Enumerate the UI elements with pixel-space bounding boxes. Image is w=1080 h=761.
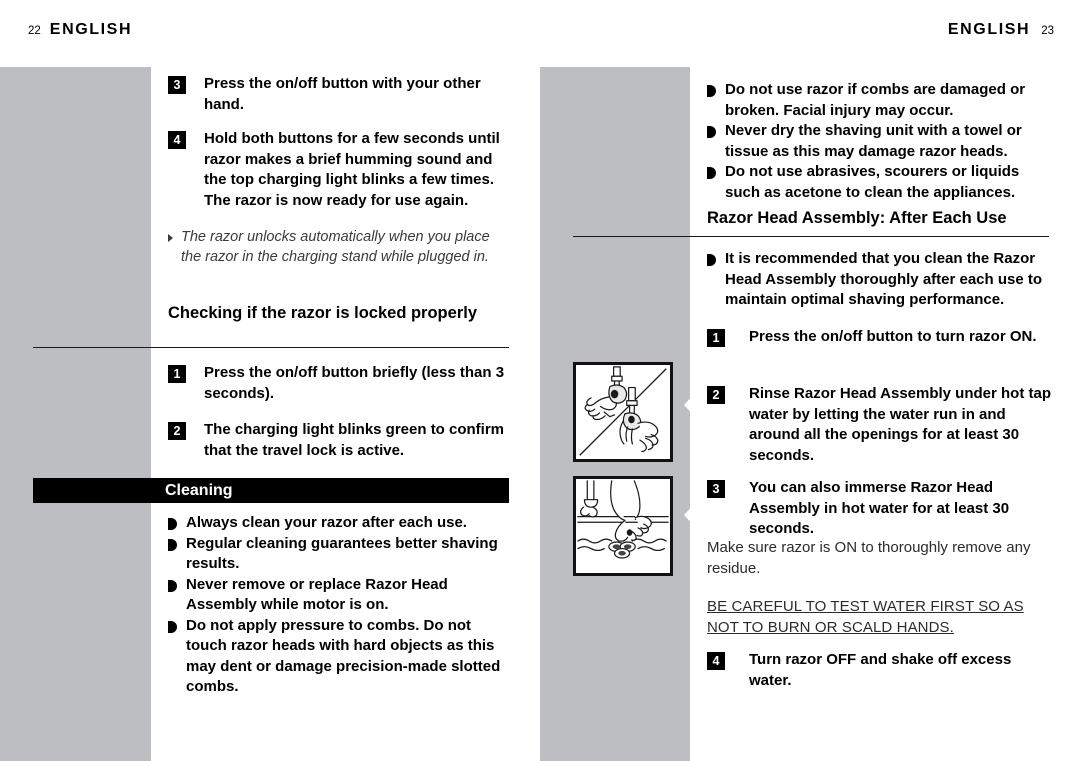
step-item: 3 Press the on/off button with your othe… — [168, 74, 513, 115]
list-item-text: Do not use abrasives, scourers or liquid… — [725, 163, 1020, 201]
head-assembly-intro-list: It is recommended that you clean the Raz… — [707, 249, 1057, 311]
step-number-badge: 4 — [168, 131, 186, 149]
step-text: Hold both buttons for a few seconds unti… — [204, 130, 500, 209]
left-page: 22 ENGLISH 3 Press the on/off button with… — [0, 0, 540, 761]
step-item: 1 Press the on/off button to turn razor … — [707, 327, 1057, 348]
step-item: 1 Press the on/off button briefly (less … — [168, 363, 513, 404]
step-item: 4 Turn razor OFF and shake off excess wa… — [707, 650, 1057, 691]
residue-note: Make sure razor is ON to thoroughly remo… — [707, 539, 1031, 577]
step-item: 2 Rinse Razor Head Assembly under hot ta… — [707, 384, 1057, 466]
step-number-badge: 2 — [168, 422, 186, 440]
left-page-running-head: 22 ENGLISH — [28, 21, 132, 39]
step-number-badge: 4 — [707, 652, 725, 670]
list-item: Do not apply pressure to combs. Do not t… — [168, 616, 513, 698]
list-item: It is recommended that you clean the Raz… — [707, 249, 1057, 311]
step-item: 3 You can also immerse Razor Head Assemb… — [707, 478, 1057, 540]
list-item-text: Never remove or replace Razor Head Assem… — [186, 575, 448, 614]
step-text: Turn razor OFF and shake off excess wate… — [749, 651, 1012, 689]
step-text: Rinse Razor Head Assembly under hot tap … — [749, 385, 1052, 464]
step-item: 4 Hold both buttons for a few seconds un… — [168, 129, 513, 211]
italic-note: The razor unlocks automatically when you… — [168, 227, 513, 267]
italic-note-text: The razor unlocks automatically when you… — [181, 229, 490, 265]
list-item-text: Do not apply pressure to combs. Do not t… — [186, 616, 501, 696]
cleaning-section-bar: Cleaning — [33, 478, 509, 503]
right-page-running-head: ENGLISH 23 — [948, 21, 1054, 39]
left-page-folio: 22 — [28, 25, 41, 37]
head-assembly-step-4: 4 Turn razor OFF and shake off excess wa… — [707, 650, 1057, 691]
arrow-bullet-icon — [168, 620, 177, 633]
rinsing-razor-head-under-tap-illustration — [573, 362, 673, 462]
step-text: Press the on/off button with your other … — [204, 75, 481, 113]
head-assembly-rule — [573, 236, 1049, 237]
list-item: Regular cleaning guarantees better shavi… — [168, 534, 513, 575]
list-item-text: Never dry the shaving unit with a towel … — [725, 122, 1022, 160]
arrow-bullet-icon — [707, 85, 716, 97]
left-page-side-column — [0, 67, 151, 761]
head-assembly-heading-wrap: Razor Head Assembly: After Each Use — [707, 208, 1057, 228]
locked-section-rule — [33, 347, 509, 348]
right-page-language-label: ENGLISH — [947, 21, 1031, 38]
arrow-bullet-icon — [168, 579, 177, 592]
head-assembly-step-1: 1 Press the on/off button to turn razor … — [707, 327, 1057, 362]
step-text: You can also immerse Razor Head Assembly… — [749, 479, 1010, 537]
list-item-text: It is recommended that you clean the Raz… — [725, 250, 1043, 308]
step-number-badge: 1 — [168, 365, 186, 383]
arrow-bullet-icon — [168, 538, 177, 551]
head-assembly-heading: Razor Head Assembly: After Each Use — [707, 209, 1007, 227]
step-text: Press the on/off button briefly (less th… — [204, 364, 505, 402]
immersing-razor-head-in-sink-illustration — [573, 476, 673, 576]
arrow-bullet-icon — [168, 518, 177, 530]
arrow-bullet-icon — [707, 254, 716, 266]
left-page-body-column: 3 Press the on/off button with your othe… — [168, 74, 513, 267]
arrow-bullet-icon — [707, 167, 716, 179]
list-item-text: Regular cleaning guarantees better shavi… — [186, 534, 498, 573]
immersing-illustration-svg — [576, 479, 670, 573]
list-item-text: Always clean your razor after each use. — [186, 514, 467, 531]
list-item: Do not use razor if combs are damaged or… — [707, 80, 1057, 121]
cleaning-section-title: Cleaning — [165, 482, 233, 499]
step-number-badge: 3 — [707, 480, 725, 498]
triangle-bullet-icon — [168, 234, 173, 242]
caution-line-1: BE CAREFUL TO TEST WATER FIRST SO AS — [707, 598, 1024, 615]
head-assembly-step-2: 2 Rinse Razor Head Assembly under hot ta… — [707, 384, 1057, 480]
right-page: ENGLISH 23 Do not use razor if combs are … — [540, 0, 1080, 761]
step-number-badge: 1 — [707, 329, 725, 347]
right-page-folio: 23 — [1041, 25, 1054, 37]
caution-notice: BE CAREFUL TO TEST WATER FIRST SO AS NOT… — [707, 596, 1057, 638]
step-item: 2 The charging light blinks green to con… — [168, 420, 513, 461]
step-number-badge: 2 — [707, 386, 725, 404]
locked-section-heading: Checking if the razor is locked properly — [168, 304, 477, 322]
cleaning-bullet-list: Always clean your razor after each use. … — [168, 513, 513, 698]
arrow-bullet-icon — [707, 126, 716, 138]
head-assembly-step-3: 3 You can also immerse Razor Head Assemb… — [707, 478, 1057, 540]
locked-section-heading-wrap: Checking if the razor is locked properly — [168, 303, 513, 323]
caution-line-2: NOT TO BURN OR SCALD HANDS. — [707, 619, 954, 636]
list-item: Do not use abrasives, scourers or liquid… — [707, 162, 1057, 203]
step-text: Press the on/off button to turn razor ON… — [749, 328, 1037, 345]
right-page-warning-list: Do not use razor if combs are damaged or… — [707, 80, 1057, 203]
list-item: Always clean your razor after each use. — [168, 513, 513, 534]
list-item: Never dry the shaving unit with a towel … — [707, 121, 1057, 162]
list-item: Never remove or replace Razor Head Assem… — [168, 575, 513, 616]
list-item-text: Do not use razor if combs are damaged or… — [725, 81, 1026, 119]
step-number-badge: 3 — [168, 76, 186, 94]
locked-section-steps: 1 Press the on/off button briefly (less … — [168, 363, 513, 475]
left-page-language-label: ENGLISH — [49, 21, 133, 38]
rinsing-illustration-svg — [576, 365, 670, 459]
step-text: The charging light blinks green to confi… — [204, 421, 505, 459]
